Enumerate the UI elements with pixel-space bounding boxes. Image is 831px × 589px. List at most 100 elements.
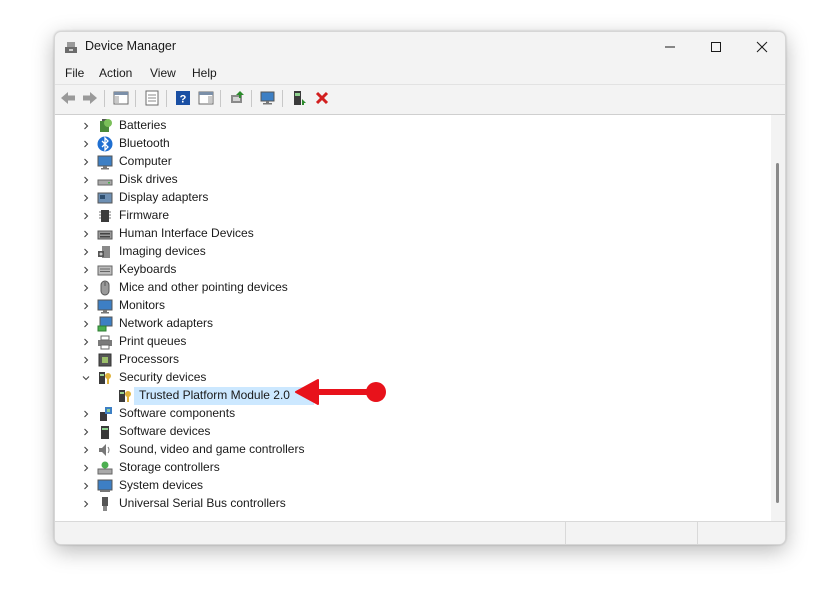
uninstall-device-button[interactable]: [313, 89, 331, 107]
display-adapter-icon: [97, 192, 113, 204]
tree-category-item[interactable]: Monitors: [55, 297, 755, 315]
tree-category-item[interactable]: Keyboards: [55, 261, 755, 279]
tree-item-label: Storage controllers: [119, 460, 220, 474]
scan-hardware-button[interactable]: [259, 89, 277, 107]
scrollbar-thumb[interactable]: [776, 163, 779, 503]
software-device-icon: [101, 426, 109, 439]
chevron-right-icon[interactable]: [81, 481, 91, 491]
vertical-scrollbar[interactable]: [771, 114, 785, 521]
toolbar-separator: [282, 90, 283, 107]
chevron-right-icon[interactable]: [81, 283, 91, 293]
tree-category-item[interactable]: Imaging devices: [55, 243, 755, 261]
chevron-right-icon[interactable]: [81, 337, 91, 347]
chevron-right-icon[interactable]: [81, 355, 91, 365]
tree-item-label: Network adapters: [119, 316, 214, 330]
tree-category-item[interactable]: Bluetooth: [55, 135, 755, 153]
chevron-right-icon[interactable]: [81, 121, 91, 131]
chevron-right-icon[interactable]: [81, 139, 91, 149]
tree-category-item[interactable]: Security devices: [55, 369, 755, 387]
tree-category-item[interactable]: Mice and other pointing devices: [55, 279, 755, 297]
mouse-icon: [100, 280, 110, 296]
speaker-icon: [99, 444, 110, 456]
tree-category-item[interactable]: Storage controllers: [55, 459, 755, 477]
uninstall-device-icon: [315, 91, 329, 105]
tree-item-label: Security devices: [119, 370, 207, 384]
tree-item-label: Sound, video and game controllers: [119, 442, 305, 456]
tree-category-item[interactable]: Batteries: [55, 117, 755, 135]
menu-bar: File Action View Help: [55, 62, 785, 84]
chevron-right-icon[interactable]: [81, 427, 91, 437]
enable-device-button[interactable]: [290, 89, 308, 107]
forward-button[interactable]: [81, 89, 99, 107]
chevron-right-icon[interactable]: [81, 211, 91, 221]
battery-icon: [100, 119, 112, 132]
menu-action[interactable]: Action: [99, 66, 132, 80]
properties-button[interactable]: [143, 89, 161, 107]
chevron-right-icon[interactable]: [81, 409, 91, 419]
tree-category-item[interactable]: Processors: [55, 351, 755, 369]
tree-category-item[interactable]: Software components: [55, 405, 755, 423]
tree-item-label: Mice and other pointing devices: [119, 280, 288, 294]
tree-category-item[interactable]: Print queues: [55, 333, 755, 351]
chevron-right-icon[interactable]: [81, 445, 91, 455]
toolbar-separator: [220, 90, 221, 107]
tree-item-label: System devices: [119, 478, 204, 492]
tree-category-item[interactable]: Sound, video and game controllers: [55, 441, 755, 459]
chevron-right-icon[interactable]: [81, 319, 91, 329]
close-icon: [756, 41, 768, 53]
maximize-button[interactable]: [693, 32, 739, 62]
chevron-right-icon[interactable]: [81, 157, 91, 167]
tree-category-item[interactable]: Universal Serial Bus controllers: [55, 495, 755, 513]
toolbar-separator: [104, 90, 105, 107]
tree-item-label: Universal Serial Bus controllers: [119, 496, 286, 510]
software-component-icon: [100, 407, 112, 421]
chevron-right-icon[interactable]: [81, 193, 91, 203]
chevron-right-icon[interactable]: [81, 301, 91, 311]
tree-category-item[interactable]: Human Interface Devices: [55, 225, 755, 243]
tree-child-item[interactable]: Trusted Platform Module 2.0: [55, 387, 755, 405]
chevron-right-icon[interactable]: [81, 499, 91, 509]
storage-controller-icon: [97, 461, 113, 475]
network-icon: [97, 316, 113, 332]
annotation-arrow: [295, 379, 386, 405]
action-pane-button[interactable]: [197, 89, 215, 107]
tree-category-item[interactable]: Software devices: [55, 423, 755, 441]
chevron-right-icon[interactable]: [81, 463, 91, 473]
tree-category-item[interactable]: Network adapters: [55, 315, 755, 333]
tree-item-label: Batteries: [119, 118, 167, 132]
tree-item-label: Print queues: [119, 334, 187, 348]
minimize-button[interactable]: [647, 32, 693, 62]
back-button[interactable]: [59, 89, 77, 107]
update-driver-button[interactable]: [228, 89, 246, 107]
tree-item-label: Processors: [119, 352, 180, 366]
tree-item-label: Software components: [119, 406, 236, 420]
tree-category-item[interactable]: Computer: [55, 153, 755, 171]
tree-category-item[interactable]: Display adapters: [55, 189, 755, 207]
toolbar-separator: [251, 90, 252, 107]
chevron-down-icon[interactable]: [81, 373, 91, 383]
show-hide-console-tree-button[interactable]: [112, 89, 130, 107]
chevron-right-icon[interactable]: [81, 247, 91, 257]
maximize-icon: [711, 42, 721, 52]
chevron-right-icon[interactable]: [81, 265, 91, 275]
chevron-right-icon[interactable]: [81, 175, 91, 185]
close-button[interactable]: [739, 32, 785, 62]
help-button[interactable]: ?: [174, 89, 192, 107]
tree-item-label: Software devices: [119, 424, 211, 438]
tree-item-label: Trusted Platform Module 2.0: [139, 388, 290, 402]
title-bar[interactable]: Device Manager: [55, 32, 785, 62]
tree-item-label: Disk drives: [119, 172, 178, 186]
menu-view[interactable]: View: [150, 66, 176, 80]
menu-help[interactable]: Help: [192, 66, 217, 80]
window-title: Device Manager: [85, 39, 177, 53]
tree-category-item[interactable]: Disk drives: [55, 171, 755, 189]
enable-device-icon: [294, 91, 306, 105]
tree-category-item[interactable]: System devices: [55, 477, 755, 495]
toolbar-separator: [135, 90, 136, 107]
tree-category-item[interactable]: Firmware: [55, 207, 755, 225]
chevron-right-icon[interactable]: [81, 229, 91, 239]
device-tree-pane[interactable]: Batteries Bluetooth Computer Disk drives Dis…: [55, 114, 771, 521]
menu-file[interactable]: File: [65, 66, 84, 80]
tree-item-label: Imaging devices: [119, 244, 206, 258]
tree-item-label: Human Interface Devices: [119, 226, 254, 240]
